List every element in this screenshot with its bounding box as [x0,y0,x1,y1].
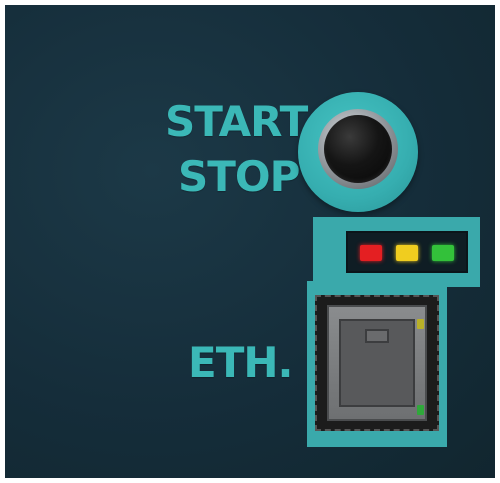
rj45-latch-slot [365,329,389,343]
yellow-status-led [396,245,418,261]
rj45-port-icon [327,305,427,421]
activity-led [417,405,424,415]
status-led-bar [346,231,468,273]
start-label: START [165,97,308,146]
device-panel: START STOP ETH. [5,5,495,478]
stop-label: STOP [178,152,300,201]
rj45-socket [339,319,415,407]
start-stop-button[interactable] [298,92,418,212]
green-status-led [432,245,454,261]
link-led [417,319,424,329]
red-status-led [360,245,382,261]
ethernet-label: ETH. [188,338,293,387]
button-bezel [318,109,398,189]
ethernet-port[interactable] [315,295,439,431]
push-button-icon [324,115,392,183]
